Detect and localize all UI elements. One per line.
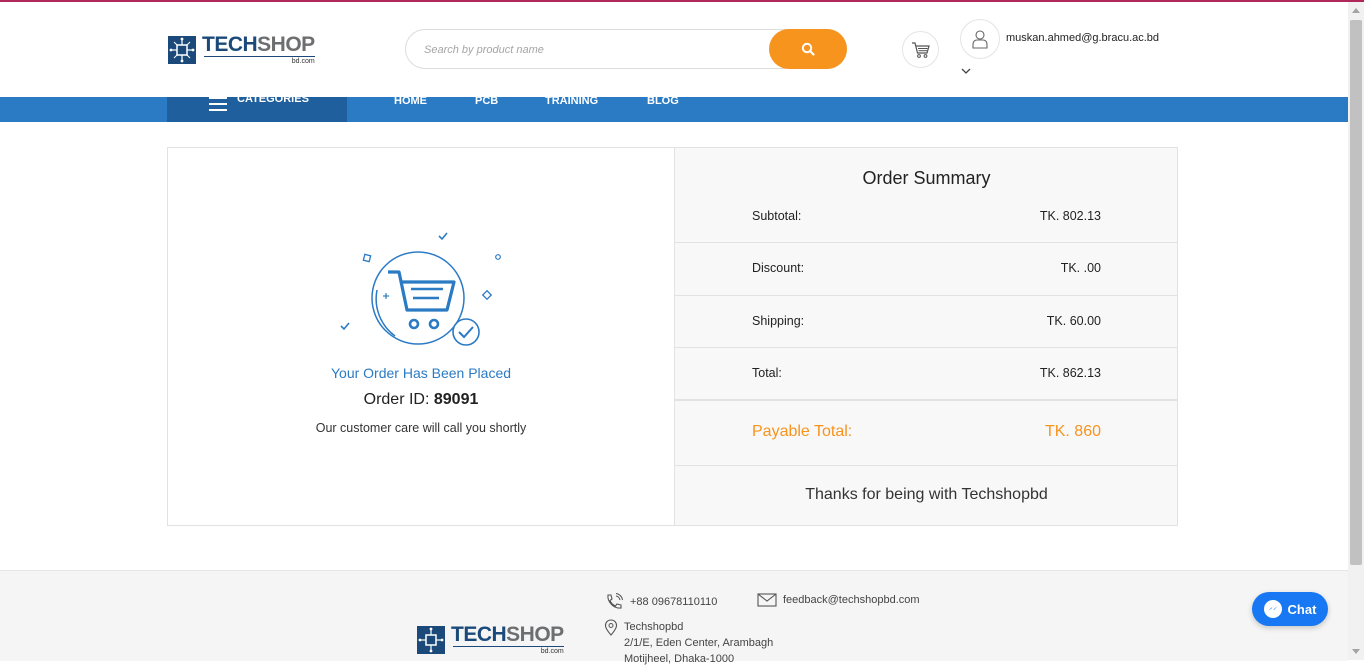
summary-value: TK. 60.00 (1046, 314, 1101, 328)
payable-total-label: Payable Total: (752, 423, 853, 440)
divider (675, 465, 1178, 466)
footer-address-line: Techshopbd (624, 621, 684, 633)
cart-button[interactable] (902, 31, 939, 68)
order-confirmation-card: Your Order Has Been Placed Order ID: 890… (167, 147, 1178, 526)
search-button[interactable] (769, 29, 847, 69)
summary-label: Discount: (752, 261, 805, 275)
cart-icon (911, 41, 930, 58)
summary-value: TK. 862.13 (1039, 366, 1101, 380)
logo-text-tech: TECH (202, 33, 258, 56)
summary-label: Total: (752, 366, 782, 380)
page-scrollbar[interactable] (1348, 2, 1364, 660)
logo-chip-icon (417, 626, 445, 654)
phone-icon (607, 593, 623, 609)
top-accent-line (0, 0, 1364, 2)
mail-icon (757, 593, 777, 607)
footer-address-line: 2/1/E, Eden Center, Arambagh (624, 637, 774, 649)
hamburger-icon (209, 97, 227, 115)
footer-address-line: Motijheel, Dhaka-1000 (624, 653, 735, 665)
order-id-line: Order ID: 89091 (168, 391, 674, 409)
order-id-label: Order ID: (363, 391, 430, 408)
divider (675, 347, 1178, 348)
order-id-value: 89091 (433, 391, 479, 408)
order-placed-message: Your Order Has Been Placed (330, 365, 512, 381)
footer-address: Techshopbd 2/1/E, Eden Center, Arambagh … (604, 619, 773, 665)
user-account-button[interactable] (960, 19, 1000, 59)
footer-email-text: feedback@techshopbd.com (783, 594, 920, 606)
divider (675, 295, 1178, 296)
chat-label: Chat (1287, 601, 1317, 617)
payable-total-value: TK. 860 (1044, 423, 1101, 440)
summary-label: Subtotal: (752, 209, 802, 223)
logo-text-shop: SHOP (506, 623, 564, 646)
divider (675, 242, 1178, 243)
thanks-message: Thanks for being with Techshopbd (805, 486, 1048, 503)
order-summary-pane: Order Summary Subtotal: TK. 802.13 Disco… (674, 148, 1178, 525)
summary-label: Shipping: (752, 314, 805, 328)
user-email: muskan.ahmed@g.bracu.ac.bd (1006, 32, 1160, 44)
logo-text-tech: TECH (451, 623, 507, 646)
location-pin-icon (604, 619, 618, 636)
site-logo[interactable]: TECHSHOP bd.com (168, 34, 315, 66)
footer-phone-text: +88 09678110110 (630, 596, 718, 608)
scrollbar-thumb[interactable] (1350, 20, 1362, 565)
scroll-down-arrow-icon[interactable] (1352, 649, 1360, 654)
customer-care-note: Our customer care will call you shortly (315, 421, 527, 435)
nav-item-training[interactable]: TRAINING (545, 95, 598, 107)
nav-item-pcb[interactable]: PCB (475, 95, 498, 107)
messenger-chat-button[interactable]: Chat (1252, 592, 1328, 626)
footer-logo[interactable]: TECHSHOP bd.com (417, 624, 564, 656)
logo-chip-icon (168, 36, 196, 64)
footer-email[interactable]: feedback@techshopbd.com (757, 593, 920, 607)
logo-text-shop: SHOP (257, 33, 315, 56)
logo-subtext: bd.com (204, 56, 315, 66)
user-icon (972, 30, 988, 49)
scroll-up-arrow-icon[interactable] (1352, 8, 1360, 13)
categories-label: CATEGORIES (237, 93, 309, 105)
nav-item-blog[interactable]: BLOG (647, 95, 679, 107)
search-bar (405, 29, 847, 69)
order-placed-cart-illustration-icon (340, 232, 501, 346)
nav-item-home[interactable]: HOME (394, 95, 427, 107)
summary-value: TK. 802.13 (1039, 209, 1101, 223)
order-status-pane: Your Order Has Been Placed Order ID: 890… (168, 148, 674, 525)
categories-menu-button[interactable]: CATEGORIES (167, 93, 347, 122)
main-nav: CATEGORIES HOME PCB TRAINING BLOG (0, 93, 1348, 122)
search-input[interactable] (422, 39, 756, 61)
divider (675, 399, 1178, 401)
messenger-icon (1263, 600, 1282, 618)
logo-subtext: bd.com (453, 646, 564, 656)
summary-value: TK. .00 (1060, 261, 1101, 275)
search-icon (801, 42, 815, 56)
footer-phone[interactable]: +88 09678110110 (604, 593, 717, 611)
user-menu-chevron-down-icon[interactable] (961, 62, 971, 80)
order-summary-title: Order Summary (862, 168, 991, 188)
